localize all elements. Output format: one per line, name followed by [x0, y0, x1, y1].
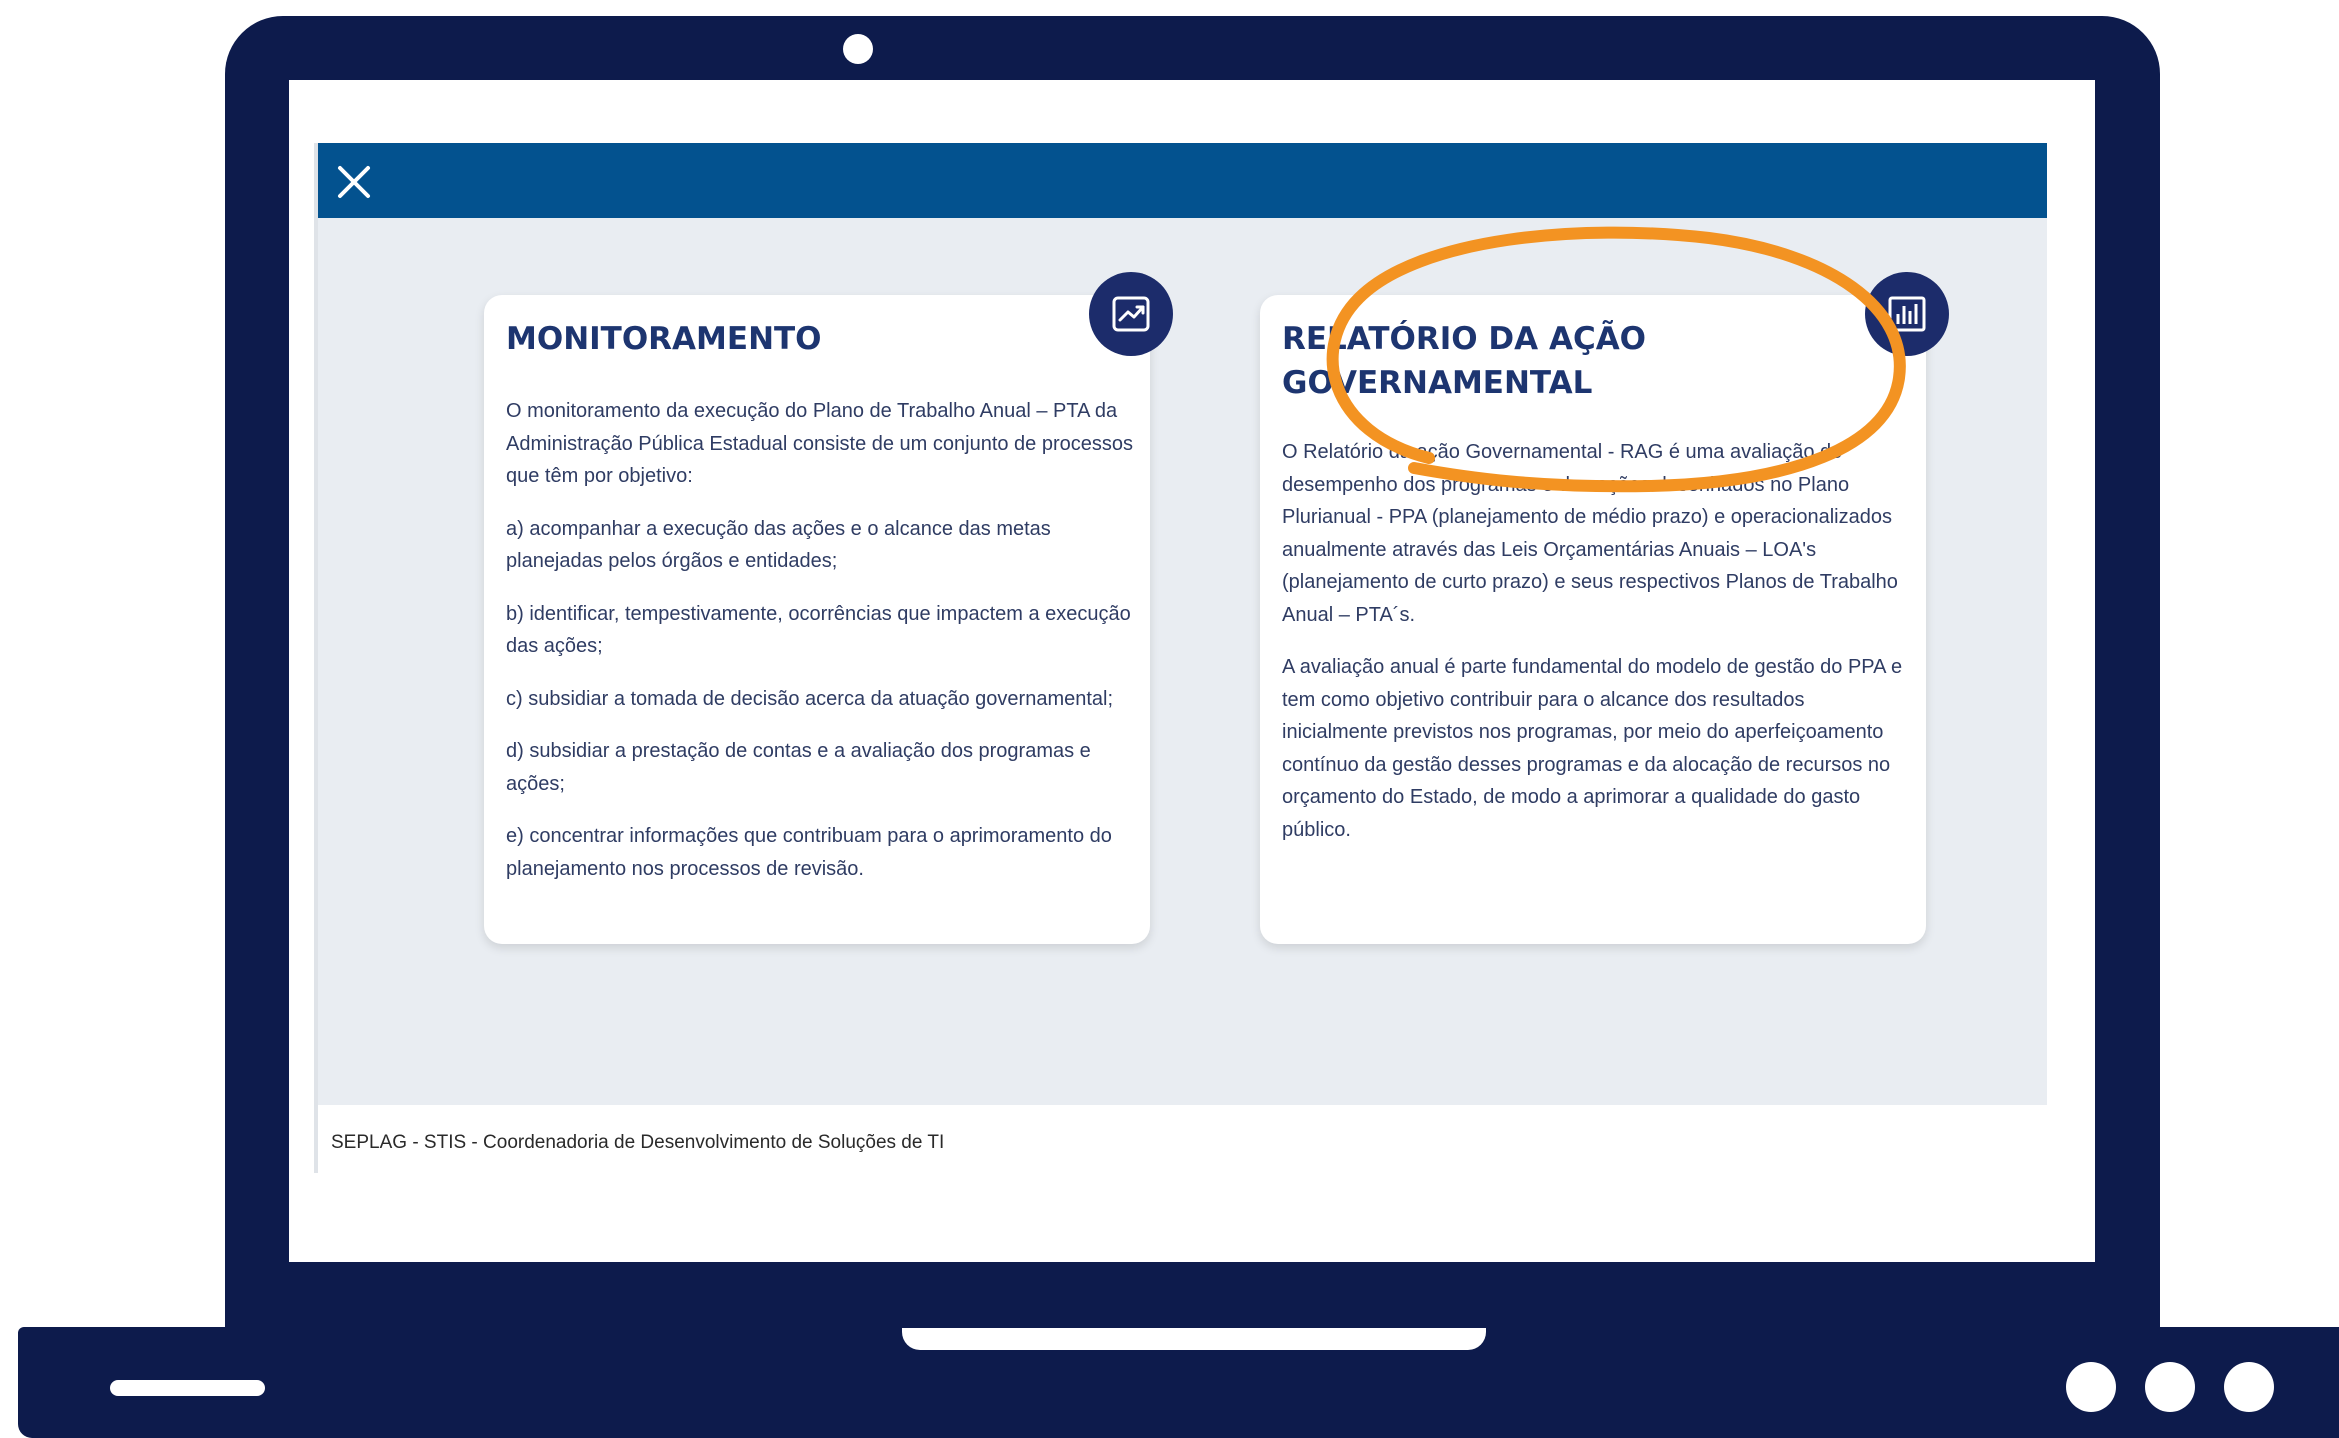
- card-body: O monitoramento da execução do Plano de …: [506, 395, 1136, 905]
- card-paragraph: A avaliação anual é parte fundamental do…: [1282, 656, 1903, 841]
- card-paragraph: a) acompanhar a execução das ações e o a…: [506, 517, 1051, 573]
- card-monitoramento[interactable]: MONITORAMENTO O monitoramento da execuçã…: [484, 295, 1150, 944]
- card-paragraph: d) subsidiar a prestação de contas e a a…: [506, 740, 1091, 795]
- laptop-screen: MONITORAMENTO O monitoramento da execuçã…: [289, 80, 2095, 1262]
- card-body: O Relatório da ação Governamental - RAG …: [1282, 436, 1912, 866]
- card-paragraph: e) concentrar informações que contribuam…: [506, 825, 1112, 880]
- card-title: MONITORAMENTO: [506, 321, 822, 357]
- webcam-dot: [843, 34, 873, 64]
- decorative-dot: [2066, 1362, 2116, 1412]
- card-relatorio-acao-governamental[interactable]: RELATÓRIO DA AÇÃO GOVERNAMENTAL O Relató…: [1260, 295, 1926, 944]
- card-title: RELATÓRIO DA AÇÃO GOVERNAMENTAL: [1282, 321, 1647, 401]
- card-paragraph: c) subsidiar a tomada de decisão acerca …: [506, 687, 1114, 710]
- decorative-dot: [2224, 1362, 2274, 1412]
- bar-chart-icon[interactable]: [1865, 272, 1949, 356]
- card-paragraph: O Relatório da ação Governamental - RAG …: [1282, 441, 1898, 626]
- laptop-base-slot: [110, 1380, 265, 1396]
- card-paragraph: b) identificar, tempestivamente, ocorrên…: [506, 602, 1131, 658]
- top-bar: [318, 143, 2047, 218]
- card-paragraph: O monitoramento da execução do Plano de …: [506, 400, 1134, 487]
- close-icon[interactable]: [334, 162, 374, 202]
- trending-up-chart-icon[interactable]: [1089, 272, 1173, 356]
- decorative-dot: [2145, 1362, 2195, 1412]
- footer-credits: SEPLAG - STIS - Coordenadoria de Desenvo…: [331, 1132, 945, 1153]
- laptop-hinge-notch: [902, 1328, 1486, 1350]
